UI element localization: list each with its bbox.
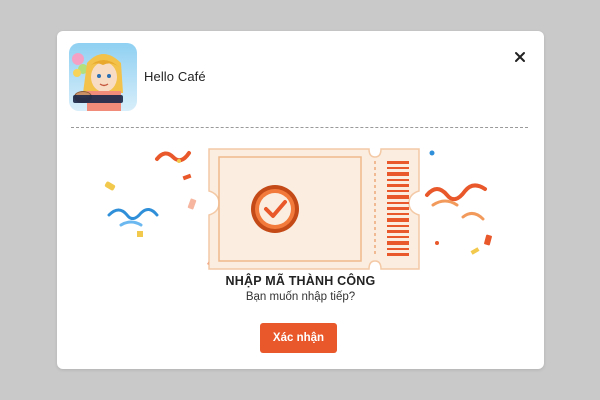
result-subtitle: Bạn muốn nhập tiếp? xyxy=(245,291,356,303)
ticket-icon xyxy=(208,148,420,270)
checkmark-icon xyxy=(251,185,299,233)
success-illustration xyxy=(104,148,492,270)
confirm-button[interactable]: Xác nhận xyxy=(260,323,337,353)
header-divider xyxy=(71,127,528,128)
close-button[interactable] xyxy=(512,49,528,65)
result-title: NHẬP MÃ THÀNH CÔNG xyxy=(225,274,376,288)
redeem-success-dialog: Hello Café NHẬP MÃ THÀNH CÔNG Bạn muốn n… xyxy=(57,31,544,369)
app-icon xyxy=(69,43,137,111)
app-title: Hello Café xyxy=(144,69,206,84)
close-icon xyxy=(515,52,525,62)
